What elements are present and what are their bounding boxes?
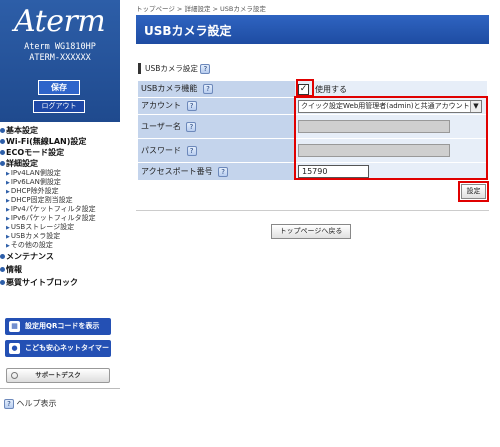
page-title: USBカメラ設定 — [144, 24, 232, 38]
sidebar-item-label: IPv6LAN側設定 — [10, 178, 61, 186]
sidebar-item-label: その他の設定 — [10, 241, 53, 249]
arrow-right-icon: ▶ — [6, 216, 10, 222]
bullet-icon — [0, 161, 5, 166]
arrow-right-icon: ▶ — [6, 243, 10, 249]
logo-panel: Aterm Aterm WG1810HP ATERM-XXXXXX 保存 ログア… — [0, 0, 120, 122]
section-title-text: USBカメラ設定 — [145, 64, 198, 73]
arrow-right-icon: ▶ — [6, 225, 10, 231]
sidebar-item[interactable]: 悪質サイトブロック — [0, 276, 120, 289]
sidebar-item-label: USBストレージ設定 — [10, 223, 75, 231]
sidebar-item-label: 基本設定 — [6, 126, 38, 135]
sidebar-subitem[interactable]: ▶IPv4LAN側設定 — [0, 169, 120, 178]
camera-function-label-text: USBカメラ機能 — [141, 84, 198, 93]
account-label-text: アカウント — [141, 101, 181, 110]
arrow-right-icon: ▶ — [6, 189, 10, 195]
sidebar-item[interactable]: 基本設定 — [0, 125, 120, 136]
sidebar-subitem[interactable]: ▶USBストレージ設定 — [0, 223, 120, 232]
bullet-icon — [0, 150, 5, 155]
sidebar-subitem[interactable]: ▶DHCP固定割当設定 — [0, 196, 120, 205]
sidebar-item[interactable]: メンテナンス — [0, 250, 120, 263]
sidebar-item[interactable]: 情報 — [0, 263, 120, 276]
sidebar-subitem[interactable]: ▶DHCP除外設定 — [0, 187, 120, 196]
sidebar-divider — [0, 388, 120, 389]
sidebar-nav: 基本設定 Wi-Fi(無線LAN)設定 ECOモード設定 詳細設定 ▶IPv4LAN側設… — [0, 125, 120, 289]
sidebar: Aterm Aterm WG1810HP ATERM-XXXXXX 保存 ログア… — [0, 0, 120, 447]
password-label-text: パスワード — [141, 146, 181, 155]
access-port-label: アクセスポート番号 ? — [138, 163, 295, 180]
access-port-label-text: アクセスポート番号 — [141, 167, 213, 176]
device-id: ATERM-XXXXXX — [29, 53, 91, 63]
sidebar-subitem[interactable]: ▶IPv6パケットフィルタ設定 — [0, 214, 120, 223]
help-icon[interactable]: ? — [202, 83, 213, 94]
arrow-right-icon: ▶ — [6, 234, 10, 240]
support-icon — [11, 372, 18, 379]
child-timer-button[interactable]: ● こども安心ネットタイマー — [5, 340, 111, 357]
separator-line — [136, 210, 489, 211]
sidebar-item-label: Wi-Fi(無線LAN)設定 — [6, 137, 87, 146]
sidebar-item-label: DHCP除外設定 — [10, 187, 59, 195]
sidebar-item-label: IPv4LAN側設定 — [10, 169, 61, 177]
form-highlight — [294, 96, 488, 180]
section-title: USBカメラ設定 ? — [138, 63, 211, 74]
bullet-icon — [0, 280, 5, 285]
qr-icon: ▦ — [9, 321, 20, 332]
sidebar-item-label: 情報 — [6, 265, 22, 274]
logout-button[interactable]: ログアウト — [33, 100, 85, 113]
bullet-icon — [0, 128, 5, 133]
sidebar-item-label: 悪質サイトブロック — [6, 278, 78, 287]
arrow-right-icon: ▶ — [6, 180, 10, 186]
sidebar-subitem[interactable]: ▶USBカメラ設定 — [0, 232, 120, 241]
help-icon[interactable]: ? — [186, 121, 197, 132]
help-icon[interactable]: ? — [186, 100, 197, 111]
set-button[interactable]: 設定 — [461, 184, 486, 199]
sidebar-item-label: メンテナンス — [6, 252, 54, 261]
child-icon: ● — [9, 343, 20, 354]
help-icon[interactable]: ? — [186, 145, 197, 156]
device-model: Aterm WG1810HP ATERM-XXXXXX — [0, 42, 120, 64]
help-icon[interactable]: ? — [200, 64, 211, 74]
arrow-right-icon: ▶ — [6, 171, 10, 177]
checkbox-highlight — [296, 79, 314, 97]
username-label: ユーザー名 ? — [138, 115, 295, 138]
bullet-icon — [0, 267, 5, 272]
password-label: パスワード ? — [138, 139, 295, 162]
support-desk-label: サポートデスク — [35, 371, 81, 379]
sidebar-item-label: DHCP固定割当設定 — [10, 196, 73, 204]
page-header: USBカメラ設定 — [136, 15, 489, 44]
camera-function-label: USBカメラ機能 ? — [138, 81, 295, 97]
help-label: ヘルプ表示 — [16, 399, 57, 408]
sidebar-item-label: IPv6パケットフィルタ設定 — [10, 214, 96, 222]
sidebar-item[interactable]: 詳細設定 — [0, 158, 120, 169]
support-desk-button[interactable]: サポートデスク — [6, 368, 110, 383]
qr-code-button-label: 設定用QRコードを表示 — [25, 322, 100, 330]
help-icon: ? — [4, 398, 14, 409]
arrow-right-icon: ▶ — [6, 207, 10, 213]
username-label-text: ユーザー名 — [141, 122, 181, 131]
sidebar-subitem[interactable]: ▶IPv6LAN側設定 — [0, 178, 120, 187]
save-button[interactable]: 保存 — [38, 80, 80, 95]
sidebar-subitem[interactable]: ▶その他の設定 — [0, 241, 120, 250]
help-icon[interactable]: ? — [218, 166, 229, 177]
sidebar-item-label: USBカメラ設定 — [10, 232, 61, 240]
sidebar-item[interactable]: ECOモード設定 — [0, 147, 120, 158]
arrow-right-icon: ▶ — [6, 198, 10, 204]
aterm-logo: Aterm — [14, 4, 106, 39]
sidebar-item-label: 詳細設定 — [6, 159, 38, 168]
back-to-top-button[interactable]: トップページへ戻る — [271, 224, 351, 239]
child-timer-button-label: こども安心ネットタイマー — [25, 344, 109, 352]
account-label: アカウント ? — [138, 98, 295, 114]
qr-code-button[interactable]: ▦ 設定用QRコードを表示 — [5, 318, 111, 335]
sidebar-item[interactable]: Wi-Fi(無線LAN)設定 — [0, 136, 120, 147]
breadcrumb: トップページ > 詳細設定 > USBカメラ設定 — [136, 5, 266, 13]
sidebar-item-label: ECOモード設定 — [6, 148, 65, 157]
model-name: Aterm WG1810HP — [24, 42, 96, 52]
bullet-icon — [0, 139, 5, 144]
sidebar-subitem[interactable]: ▶IPv4パケットフィルタ設定 — [0, 205, 120, 214]
sidebar-item-label: IPv4パケットフィルタ設定 — [10, 205, 96, 213]
bullet-icon — [0, 254, 5, 259]
help-link[interactable]: ? ヘルプ表示 — [4, 398, 57, 409]
camera-enable-label: 使用する — [315, 85, 347, 94]
